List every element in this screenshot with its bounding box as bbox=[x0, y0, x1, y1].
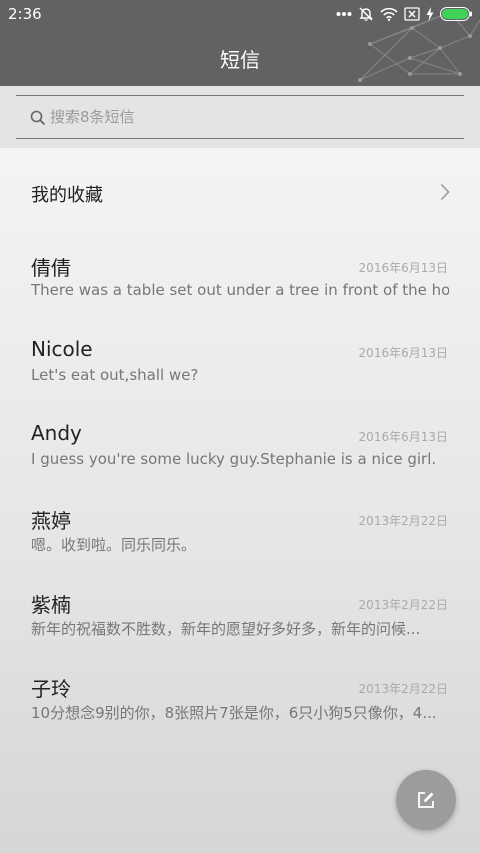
chevron-right-icon bbox=[440, 183, 450, 201]
search-bar bbox=[0, 86, 480, 148]
conversation-item[interactable]: Andy 2016年6月13日 I guess you're some luck… bbox=[0, 421, 480, 505]
message-date: 2016年6月13日 bbox=[358, 261, 448, 275]
message-preview: 嗯。收到啦。同乐同乐。 bbox=[31, 536, 197, 554]
message-date: 2013年2月22日 bbox=[358, 598, 448, 612]
conversation-item[interactable]: Nicole 2016年6月13日 Let's eat out,shall we… bbox=[0, 337, 480, 421]
contact-name: 倩倩 bbox=[31, 256, 71, 280]
message-date: 2016年6月13日 bbox=[358, 346, 448, 360]
contact-name: 燕婷 bbox=[31, 509, 71, 533]
wifi-icon bbox=[380, 7, 398, 21]
conversation-list: 我的收藏 倩倩 2016年6月13日 There was a table set… bbox=[0, 148, 480, 853]
message-preview: I guess you're some lucky guy.Stephanie … bbox=[31, 450, 437, 468]
contact-name: Andy bbox=[31, 421, 82, 445]
message-date: 2013年2月22日 bbox=[358, 514, 448, 528]
compose-icon bbox=[418, 792, 434, 808]
message-date: 2016年6月13日 bbox=[358, 430, 448, 444]
app-header: 2:36 短信 bbox=[0, 0, 480, 86]
page-title: 短信 bbox=[220, 48, 260, 72]
search-icon bbox=[30, 110, 46, 126]
conversation-item[interactable]: 子玲 2013年2月22日 10分想念9别的你，8张照片7张是你，6只小狗5只像… bbox=[0, 673, 480, 757]
conversation-item[interactable]: 燕婷 2013年2月22日 嗯。收到啦。同乐同乐。 bbox=[0, 505, 480, 589]
status-time: 2:36 bbox=[8, 5, 42, 23]
bell-off-icon bbox=[359, 7, 373, 21]
favorites-row[interactable]: 我的收藏 bbox=[0, 148, 480, 234]
search-box[interactable] bbox=[16, 95, 464, 139]
message-preview: There was a table set out under a tree i… bbox=[31, 281, 449, 299]
contact-name: 子玲 bbox=[31, 677, 71, 701]
message-preview: 10分想念9别的你，8张照片7张是你，6只小狗5只像你，4... bbox=[31, 704, 437, 722]
contact-name: Nicole bbox=[31, 337, 93, 361]
favorites-label: 我的收藏 bbox=[31, 185, 103, 206]
message-preview: Let's eat out,shall we? bbox=[31, 366, 199, 384]
charging-icon bbox=[426, 7, 434, 21]
compose-button[interactable] bbox=[396, 770, 456, 830]
status-icons bbox=[336, 5, 472, 23]
no-sim-icon bbox=[404, 7, 420, 21]
search-input[interactable] bbox=[50, 105, 450, 129]
battery-icon bbox=[440, 7, 472, 21]
message-preview: 新年的祝福数不胜数，新年的愿望好多好多，新年的问候... bbox=[31, 620, 421, 638]
more-dots-icon bbox=[336, 12, 352, 16]
conversation-item[interactable]: 紫楠 2013年2月22日 新年的祝福数不胜数，新年的愿望好多好多，新年的问候.… bbox=[0, 589, 480, 673]
conversation-item[interactable]: 倩倩 2016年6月13日 There was a table set out … bbox=[0, 252, 480, 336]
contact-name: 紫楠 bbox=[31, 593, 71, 617]
status-bar: 2:36 bbox=[0, 0, 480, 28]
message-date: 2013年2月22日 bbox=[358, 682, 448, 696]
